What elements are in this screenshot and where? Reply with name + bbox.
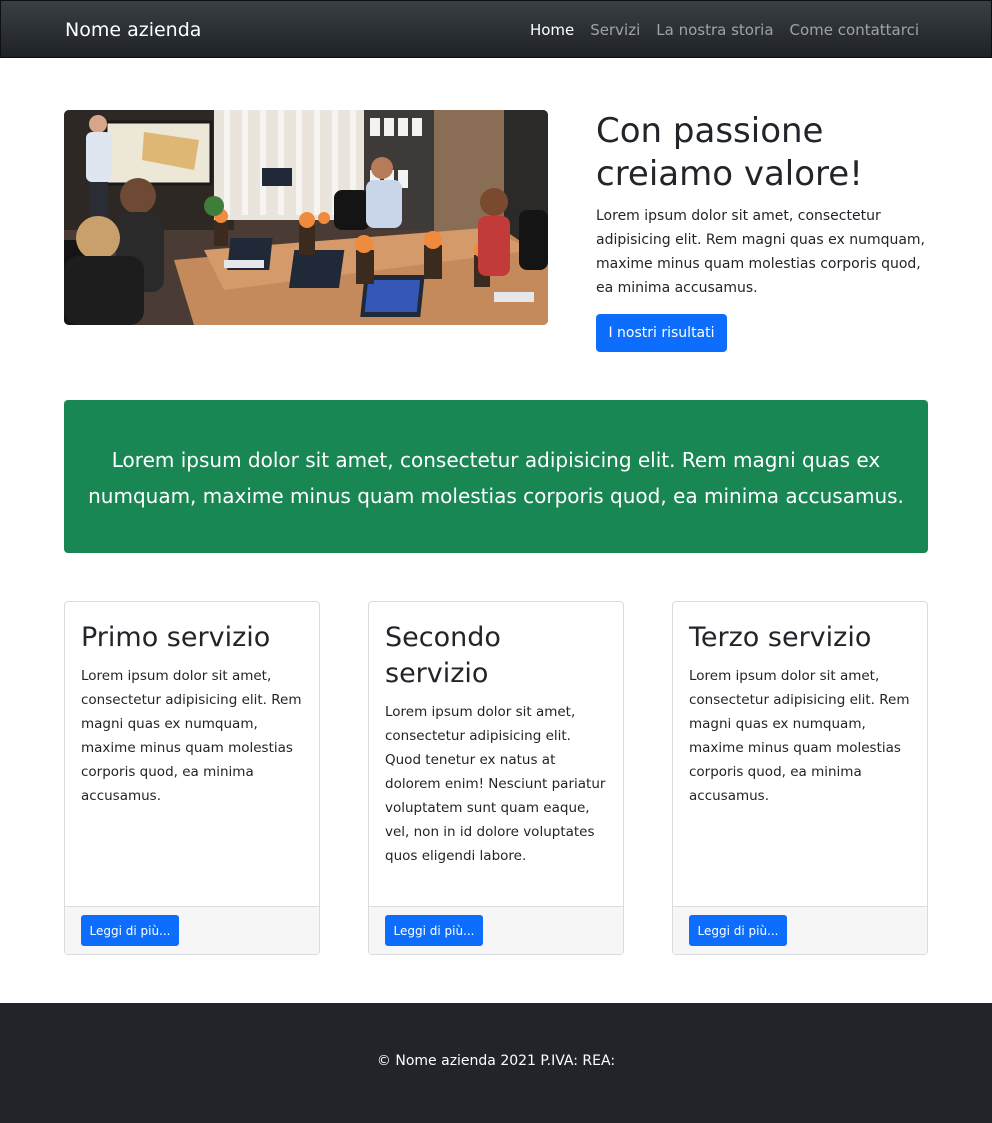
read-more-button[interactable]: Leggi di più... [81, 915, 179, 946]
main-nav: Home Servizi La nostra storia Come conta… [530, 21, 919, 39]
read-more-button[interactable]: Leggi di più... [689, 915, 787, 946]
footer-text: © Nome azienda 2021 P.IVA: REA: [376, 1053, 616, 1069]
results-button[interactable]: I nostri risultati [596, 314, 727, 352]
brand-link[interactable]: Nome azienda [65, 19, 201, 41]
service-text: Lorem ipsum dolor sit amet, consectetur … [689, 668, 910, 804]
nav-item-servizi[interactable]: Servizi [590, 21, 640, 39]
nav-item-home[interactable]: Home [530, 21, 574, 39]
service-text: Lorem ipsum dolor sit amet, consectetur … [81, 668, 302, 804]
nav-item-contatti[interactable]: Come contattarci [790, 21, 919, 39]
card-footer: Leggi di più... [65, 906, 319, 954]
service-title: Primo servizio [81, 622, 271, 653]
service-card-1: Primo servizio Lorem ipsum dolor sit ame… [64, 601, 320, 955]
card-footer: Leggi di più... [673, 906, 927, 954]
navbar: Nome azienda Home Servizi La nostra stor… [0, 0, 992, 58]
hero-text: Lorem ipsum dolor sit amet, consectetur … [596, 208, 926, 296]
service-title: Terzo servizio [689, 622, 872, 653]
nav-item-storia[interactable]: La nostra storia [656, 21, 773, 39]
card-footer: Leggi di più... [369, 906, 623, 954]
service-title: Secondo servizio [385, 622, 501, 689]
service-card-3: Terzo servizio Lorem ipsum dolor sit ame… [672, 601, 928, 955]
read-more-button[interactable]: Leggi di più... [385, 915, 483, 946]
hero-image [64, 110, 548, 325]
service-text: Lorem ipsum dolor sit amet, consectetur … [385, 704, 606, 864]
service-card-2: Secondo servizio Lorem ipsum dolor sit a… [368, 601, 624, 955]
banner-text: Lorem ipsum dolor sit amet, consectetur … [88, 448, 904, 508]
hero-title: Con passione creiamo valore! [596, 111, 863, 194]
banner: Lorem ipsum dolor sit amet, consectetur … [64, 400, 928, 553]
site-footer: © Nome azienda 2021 P.IVA: REA: [0, 1003, 992, 1123]
